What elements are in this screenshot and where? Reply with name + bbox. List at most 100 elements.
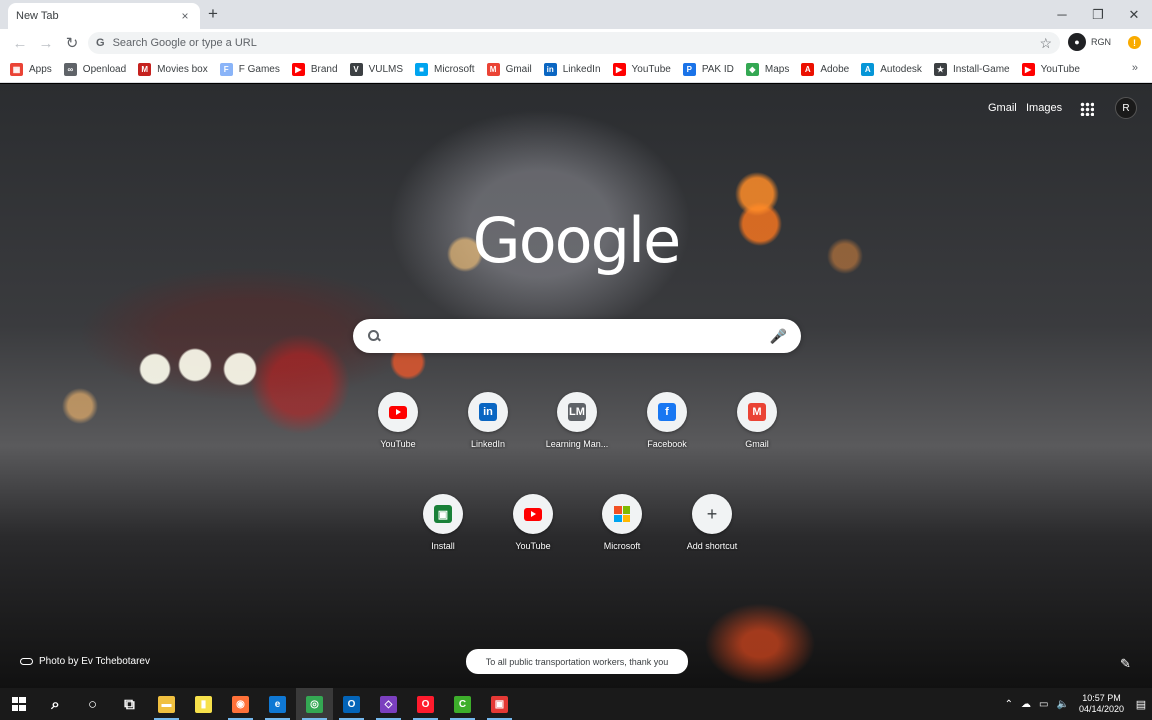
promo-message[interactable]: To all public transportation workers, th…: [466, 649, 688, 674]
google-apps-icon[interactable]: [1080, 102, 1094, 116]
bookmarks-bar: ▦ Apps ∞ Openload M Movies box F F Games ▶ Brand V…: [0, 57, 1152, 83]
update-menu-icon[interactable]: !: [1128, 36, 1141, 49]
taskbar-task-view[interactable]: ⧉: [111, 688, 148, 720]
tab-new-tab[interactable]: New Tab ×: [8, 3, 200, 29]
taskbar-visual-studio[interactable]: ◇: [370, 688, 407, 720]
shortcut-tile[interactable]: f Facebook: [627, 392, 707, 449]
bookmark-item[interactable]: ▶ Brand: [291, 59, 338, 81]
bookmark-label: Autodesk: [880, 64, 922, 75]
images-link[interactable]: Images: [1026, 102, 1062, 114]
shortcut-favicon-icon: f: [658, 403, 676, 421]
account-avatar-icon[interactable]: R: [1115, 97, 1137, 119]
bookmark-label: Install-Game: [952, 64, 1010, 75]
bookmarks-overflow-icon[interactable]: »: [1132, 62, 1138, 74]
tray-overflow-icon[interactable]: ⌃: [1005, 699, 1013, 710]
taskbar-outlook[interactable]: O: [333, 688, 370, 720]
bookmark-label: Microsoft: [434, 64, 475, 75]
taskbar-camtasia[interactable]: C: [444, 688, 481, 720]
bookmark-item[interactable]: ▶ YouTube: [1021, 59, 1080, 81]
bookmark-item[interactable]: M Movies box: [138, 59, 208, 81]
search-input[interactable]: [389, 328, 770, 344]
bookmark-item[interactable]: F F Games: [219, 59, 280, 81]
bookmark-favicon-icon: ▦: [10, 63, 23, 76]
shortcut-tile[interactable]: ▣ Install: [403, 494, 483, 551]
action-center-icon[interactable]: ▤: [1130, 688, 1152, 720]
bookmark-item[interactable]: ★ Install-Game: [933, 59, 1010, 81]
minimize-icon[interactable]: ─: [1044, 0, 1080, 29]
bookmark-item[interactable]: P PAK ID: [682, 59, 734, 81]
shortcut-label: Learning Man...: [545, 439, 609, 449]
shortcut-favicon-icon: M: [748, 403, 766, 421]
new-tab-page: Gmail Images R Google 🎤 YouTube in LinkedI…: [0, 84, 1152, 688]
shortcut-tile[interactable]: LM Learning Man...: [537, 392, 617, 449]
taskbar-chrome[interactable]: ◎: [296, 688, 333, 720]
camtasia-icon: C: [454, 695, 471, 713]
taskbar-file-explorer[interactable]: ▬: [148, 688, 185, 720]
microphone-icon[interactable]: 🎤: [770, 328, 787, 345]
taskbar-sticky-notes[interactable]: ▮: [185, 688, 222, 720]
bookmark-item[interactable]: ∞ Openload: [63, 59, 126, 81]
search-box[interactable]: 🎤: [353, 319, 801, 353]
profile-button[interactable]: ● RGN: [1068, 33, 1111, 51]
shortcut-tile[interactable]: in LinkedIn: [448, 392, 528, 449]
bookmark-item[interactable]: V VULMS: [349, 59, 403, 81]
gmail-link[interactable]: Gmail: [988, 102, 1017, 114]
shortcut-favicon-icon: ▣: [434, 505, 452, 523]
clock[interactable]: 10:57 PM 04/14/2020: [1079, 693, 1124, 715]
start-icon: [11, 697, 26, 711]
customize-pencil-icon[interactable]: ✎: [1120, 656, 1131, 672]
volume-icon[interactable]: 🔈: [1057, 699, 1069, 710]
bookmark-item[interactable]: in LinkedIn: [543, 59, 601, 81]
outlook-icon: O: [343, 695, 360, 713]
bookmark-item[interactable]: M Gmail: [486, 59, 532, 81]
network-icon[interactable]: ▭: [1039, 699, 1048, 710]
reload-icon[interactable]: ↻: [60, 31, 84, 55]
bookmark-item[interactable]: A Autodesk: [861, 59, 922, 81]
forward-icon[interactable]: →: [34, 31, 58, 55]
bookmark-item[interactable]: ▶ YouTube: [612, 59, 671, 81]
sticky-notes-icon: ▮: [195, 695, 212, 713]
shortcut-tile[interactable]: + Add shortcut: [672, 494, 752, 551]
browser-toolbar: ← → ↻ G Search Google or type a URL ☆ ● …: [0, 29, 1152, 57]
add-icon: +: [706, 503, 718, 524]
shortcut-icon-circle: [602, 494, 642, 534]
bookmark-item[interactable]: ◆ Maps: [745, 59, 789, 81]
bookmark-favicon-icon: ▶: [1021, 63, 1035, 76]
restore-icon[interactable]: ❐: [1080, 0, 1116, 29]
taskbar-recorder[interactable]: ▣: [481, 688, 518, 720]
shortcut-icon-circle: in: [468, 392, 508, 432]
taskbar-firefox[interactable]: ◉: [222, 688, 259, 720]
bookmark-star-icon[interactable]: ☆: [1039, 35, 1052, 52]
shortcut-tile[interactable]: M Gmail: [717, 392, 797, 449]
bookmark-item[interactable]: A Adobe: [801, 59, 849, 81]
close-icon[interactable]: ✕: [1116, 0, 1152, 29]
bookmark-label: Apps: [29, 64, 52, 75]
bookmark-label: Movies box: [157, 64, 208, 75]
bookmark-favicon-icon: ■: [415, 63, 429, 76]
shortcut-tile[interactable]: YouTube: [358, 392, 438, 449]
windows-taskbar: ⌕ ○ ⧉ ▬ ▮ ◉ e ◎ O ◇ O C ▣ ⌃ ☁ ▭ 🔈 10:57 PM 04/14/202…: [0, 688, 1152, 720]
onedrive-icon[interactable]: ☁: [1021, 699, 1031, 710]
shortcut-tile[interactable]: Microsoft: [582, 494, 662, 551]
back-icon[interactable]: ←: [8, 31, 32, 55]
link-icon: [20, 658, 33, 665]
bookmark-favicon-icon: V: [349, 63, 363, 76]
taskbar-start[interactable]: [0, 688, 37, 720]
bookmark-label: Gmail: [505, 64, 532, 75]
shortcut-label: Facebook: [647, 439, 687, 449]
taskbar-search[interactable]: ⌕: [37, 688, 74, 720]
taskbar-edge[interactable]: e: [259, 688, 296, 720]
taskbar-opera[interactable]: O: [407, 688, 444, 720]
taskbar-cortana[interactable]: ○: [74, 688, 111, 720]
tab-close-icon[interactable]: ×: [178, 9, 192, 23]
new-tab-button[interactable]: +: [208, 5, 218, 23]
omnibox[interactable]: G Search Google or type a URL ☆: [88, 32, 1060, 54]
photo-credit[interactable]: Photo by Ev Tchebotarev: [20, 656, 150, 667]
bookmark-item[interactable]: ■ Microsoft: [415, 59, 475, 81]
shortcut-label: YouTube: [380, 439, 416, 449]
tab-strip: New Tab × + ─ ❐ ✕: [0, 0, 1152, 29]
shortcut-tile[interactable]: YouTube: [493, 494, 573, 551]
bookmark-favicon-icon: in: [543, 63, 557, 76]
omnibox-placeholder[interactable]: Search Google or type a URL: [113, 37, 1040, 49]
bookmark-item[interactable]: ▦ Apps: [10, 59, 52, 81]
